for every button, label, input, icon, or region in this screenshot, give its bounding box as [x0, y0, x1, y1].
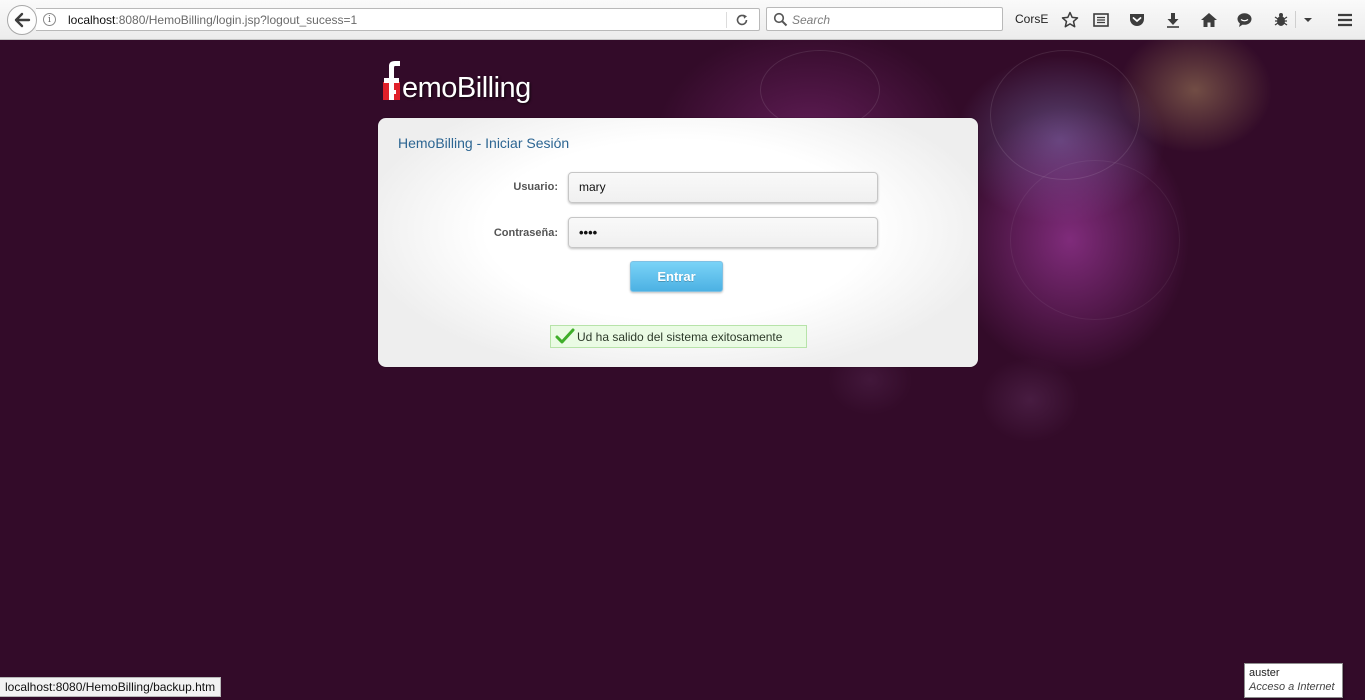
page-content: emoBilling HemoBilling - Iniciar Sesión … — [0, 40, 1365, 700]
home-icon[interactable] — [1198, 9, 1220, 31]
checkmark-icon — [555, 328, 575, 346]
info-icon[interactable]: i — [43, 13, 56, 26]
toolbar-separator — [1295, 11, 1296, 28]
url-divider — [726, 12, 727, 28]
login-card: HemoBilling - Iniciar Sesión Usuario: ma… — [378, 118, 978, 367]
password-label: Contraseña: — [493, 227, 558, 239]
extension-bug-icon[interactable] — [1270, 9, 1292, 31]
username-input[interactable]: mary — [568, 172, 878, 203]
url-bar[interactable]: i localhost:8080/HemoBilling/login.jsp?l… — [36, 8, 760, 31]
reading-list-icon[interactable] — [1090, 9, 1112, 31]
arrow-left-icon — [14, 12, 31, 28]
logo-text: emoBilling — [402, 72, 531, 104]
chat-icon[interactable] — [1233, 9, 1255, 31]
download-icon[interactable] — [1162, 9, 1184, 31]
password-input[interactable]: •••• — [568, 217, 878, 248]
pocket-icon[interactable] — [1126, 9, 1148, 31]
tooltip-title: auster — [1249, 667, 1280, 679]
bookmark-star-icon[interactable] — [1059, 9, 1081, 31]
search-bar[interactable]: Search — [766, 7, 1003, 31]
network-tooltip: auster Acceso a Internet — [1244, 663, 1343, 698]
success-text: Ud ha salido del sistema exitosamente — [577, 329, 783, 344]
url-host: localhost — [68, 13, 116, 27]
url-text[interactable]: localhost:8080/HemoBilling/login.jsp?log… — [68, 13, 357, 27]
toolbar-extension-label[interactable]: CorsE — [1015, 12, 1048, 26]
login-button[interactable]: Entrar — [630, 261, 723, 292]
username-label: Usuario: — [513, 181, 558, 193]
hamburger-menu-icon[interactable] — [1334, 9, 1356, 31]
url-path: :8080/HemoBilling/login.jsp?logout_suces… — [115, 13, 358, 27]
chevron-down-icon[interactable] — [1297, 9, 1319, 31]
status-bar-url: localhost:8080/HemoBilling/backup.htm — [0, 677, 222, 697]
search-placeholder: Search — [792, 13, 831, 27]
tooltip-subtitle: Acceso a Internet — [1249, 681, 1335, 693]
browser-toolbar: i localhost:8080/HemoBilling/login.jsp?l… — [0, 0, 1365, 40]
background-ring — [1010, 160, 1180, 320]
search-icon — [773, 12, 788, 32]
back-button[interactable] — [7, 5, 37, 35]
login-title: HemoBilling - Iniciar Sesión — [398, 135, 570, 151]
logo-mark-icon — [383, 61, 400, 100]
reload-icon[interactable] — [733, 12, 751, 28]
logout-success-message: Ud ha salido del sistema exitosamente — [550, 325, 807, 348]
background-ring — [990, 50, 1140, 180]
